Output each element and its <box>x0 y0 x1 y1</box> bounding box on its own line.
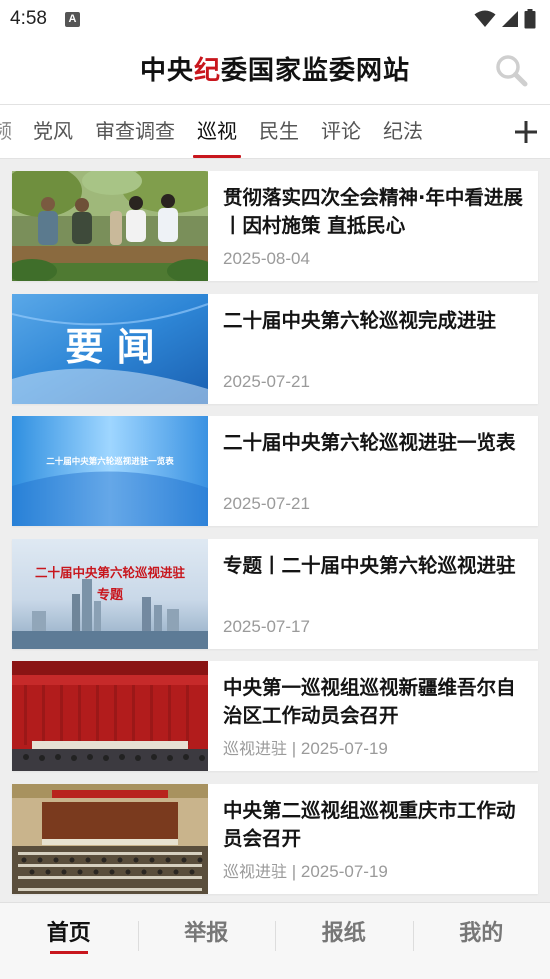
battery-icon <box>524 9 536 29</box>
tab-dangfeng[interactable]: 党风 <box>22 105 84 158</box>
news-title: 二十届中央第六轮巡视进驻一览表 <box>223 431 516 454</box>
news-date: 2025-07-21 <box>223 494 310 513</box>
category-tabs: 频 党风 审查调查 巡视 民生 评论 纪法 <box>0 104 550 159</box>
thumbnail-caption: 要 闻 <box>65 324 154 369</box>
news-meta: 2025-07-21 <box>223 372 310 392</box>
tab-minsheng[interactable]: 民生 <box>248 105 310 158</box>
app-screen: 4:58 A 中央纪委国家监委网站 频 党风 审查调查 巡视 民生 评论 纪法 <box>0 0 550 979</box>
news-title: 中央第二巡视组巡视重庆市工作动员会召开 <box>223 798 516 850</box>
add-tab-button[interactable] <box>502 105 550 158</box>
plus-icon <box>515 121 537 143</box>
news-source: 巡视进驻 <box>223 861 288 881</box>
status-time: 4:58 <box>10 8 47 29</box>
nav-newspaper[interactable]: 报纸 <box>275 903 413 979</box>
tab-shencha-diaocha[interactable]: 审查调查 <box>84 105 186 158</box>
news-thumbnail: 要 闻 <box>12 293 208 404</box>
news-date: 2025-07-19 <box>300 861 388 881</box>
news-item[interactable]: 二十届中央第六轮巡视进驻 专题 专题丨二十届中央第六轮巡视进驻 2025-07-… <box>12 538 538 649</box>
news-meta: 巡视进驻 | 2025-07-19 <box>223 739 388 758</box>
news-item[interactable]: 中央第一巡视组巡视新疆维吾尔自治区工作动员会召开 巡视进驻 | 2025-07-… <box>12 661 538 771</box>
news-date: 2025-08-04 <box>223 249 310 268</box>
news-title: 专题丨二十届中央第六轮巡视进驻 <box>223 553 516 577</box>
news-item[interactable]: 贯彻落实四次全会精神·年中看进展丨因村施策 直抵民心 2025-08-04 <box>12 171 538 281</box>
news-title: 二十届中央第六轮巡视完成进驻 <box>223 308 497 332</box>
site-title: 中央纪委国家监委网站 <box>139 56 411 86</box>
nav-profile-label: 我的 <box>459 920 504 946</box>
news-date: 2025-07-21 <box>223 371 310 391</box>
news-title: 中央第一巡视组巡视新疆维吾尔自治区工作动员会召开 <box>223 676 516 727</box>
notification-icon: A <box>64 11 80 27</box>
news-thumbnail: 二十届中央第六轮巡视进驻一览表 <box>12 416 208 526</box>
status-bar: 4:58 A <box>0 0 550 38</box>
tab-pinglun[interactable]: 评论 <box>310 105 372 158</box>
bottom-nav: 首页 举报 报纸 我的 <box>0 902 550 979</box>
news-meta: 2025-08-04 <box>223 249 310 269</box>
cellular-signal-icon <box>502 11 518 27</box>
news-list: 贯彻落实四次全会精神·年中看进展丨因村施策 直抵民心 2025-08-04 要 … <box>12 171 538 906</box>
news-title: 贯彻落实四次全会精神·年中看进展丨因村施策 直抵民心 <box>223 186 523 237</box>
nav-newspaper-label: 报纸 <box>321 920 366 946</box>
tab-xunshi[interactable]: 巡视 <box>186 105 248 158</box>
nav-home-label: 首页 <box>46 920 91 946</box>
status-icons <box>474 9 536 29</box>
nav-report-label: 举报 <box>184 920 229 946</box>
tab-jifa[interactable]: 纪法 <box>372 105 434 158</box>
thumbnail-caption: 二十届中央第六轮巡视进驻 <box>35 565 186 580</box>
news-meta: 2025-07-17 <box>223 617 310 637</box>
nav-active-indicator <box>49 951 88 954</box>
nav-report[interactable]: 举报 <box>137 903 276 979</box>
news-thumbnail <box>12 171 208 281</box>
news-item[interactable]: 要 闻 二十届中央第六轮巡视完成进驻 2025-07-21 <box>12 293 538 404</box>
search-icon[interactable] <box>494 53 528 87</box>
thumbnail-caption: 二十届中央第六轮巡视进驻一览表 <box>46 456 174 467</box>
news-meta: 巡视进驻 | 2025-07-19 <box>223 861 388 881</box>
nav-profile[interactable]: 我的 <box>412 903 550 979</box>
wifi-icon <box>474 10 496 27</box>
tab-partial[interactable]: 频 <box>0 105 22 158</box>
news-item[interactable]: 二十届中央第六轮巡视进驻一览表 二十届中央第六轮巡视进驻一览表 2025-07-… <box>12 416 538 526</box>
thumbnail-subcaption: 专题 <box>97 587 124 603</box>
news-thumbnail <box>12 783 208 894</box>
news-meta: 2025-07-21 <box>223 494 310 514</box>
news-thumbnail <box>12 661 208 771</box>
nav-home[interactable]: 首页 <box>0 903 138 979</box>
app-header: 中央纪委国家监委网站 <box>0 38 550 104</box>
news-source: 巡视进驻 <box>223 739 288 758</box>
news-date: 2025-07-19 <box>300 739 388 758</box>
news-item[interactable]: 中央第二巡视组巡视重庆市工作动员会召开 巡视进驻 | 2025-07-19 <box>12 783 538 894</box>
news-date: 2025-07-17 <box>223 616 310 636</box>
news-thumbnail: 二十届中央第六轮巡视进驻 专题 <box>12 538 208 649</box>
